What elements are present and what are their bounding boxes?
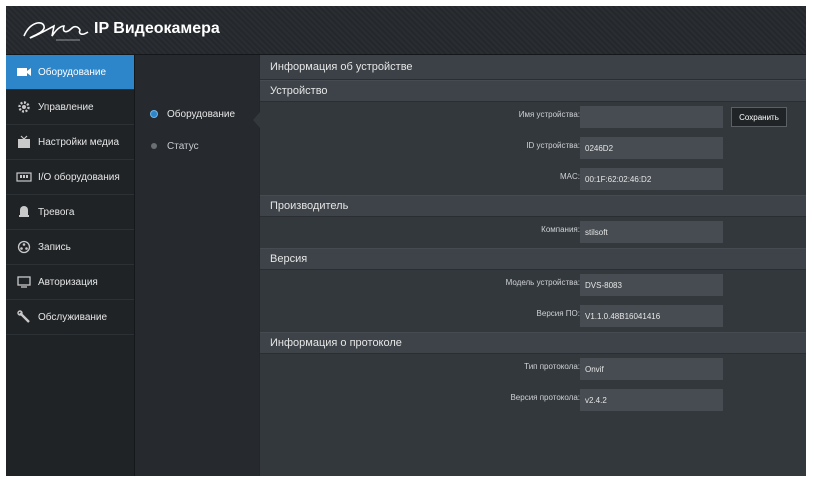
page-title: Информация об устройстве xyxy=(260,55,806,80)
protocol-type-value: Onvif xyxy=(580,358,723,380)
subnav-item-label: Оборудование xyxy=(167,108,236,120)
sidebar-item-label: Авторизация xyxy=(38,276,98,288)
section-header-manufacturer: Производитель xyxy=(260,195,806,217)
firmware-label: Версия ПО: xyxy=(536,309,580,318)
io-port-icon xyxy=(16,170,32,184)
monitor-icon xyxy=(16,275,32,289)
model-value: DVS-8083 xyxy=(580,274,723,296)
device-name-label: Имя устройства: xyxy=(518,110,580,119)
field-row-firmware: Версия ПО: V1.1.0.48B16041416 xyxy=(260,301,806,332)
field-row-protocol-version: Версия протокола: v2.4.2 xyxy=(260,385,806,416)
alarm-icon xyxy=(16,205,32,219)
sidebar-item-record[interactable]: Запись xyxy=(6,230,134,265)
record-icon xyxy=(16,240,32,254)
subnav-item-label: Статус xyxy=(167,140,199,152)
sidebar-item-alarm[interactable]: Тревога xyxy=(6,195,134,230)
sidebar-item-label: Обслуживание xyxy=(38,311,108,323)
sidebar-item-label: Тревога xyxy=(38,206,75,218)
firmware-value: V1.1.0.48B16041416 xyxy=(580,305,723,327)
section-header-version: Версия xyxy=(260,248,806,270)
protocol-type-label: Тип протокола: xyxy=(524,362,580,371)
device-id-value: 0246D2 xyxy=(580,137,723,159)
field-row-device-name: Имя устройства: Сохранить xyxy=(260,102,806,133)
sidebar-item-label: Настройки медиа xyxy=(38,136,120,148)
sub-navigation: Оборудование Статус xyxy=(135,55,259,476)
section-header-device: Устройство xyxy=(260,80,806,102)
selection-pointer xyxy=(253,112,260,128)
wrench-icon xyxy=(16,310,32,324)
sidebar-item-label: Управление xyxy=(38,101,94,113)
sidebar-item-label: I/O оборудования xyxy=(38,171,120,183)
field-row-protocol-type: Тип протокола: Onvif xyxy=(260,354,806,385)
brand-logo-icon xyxy=(23,22,89,41)
device-name-input[interactable] xyxy=(580,106,723,128)
sidebar-item-control[interactable]: Управление xyxy=(6,90,134,125)
company-label: Компания: xyxy=(541,225,580,234)
section-header-protocol: Информация о протоколе xyxy=(260,332,806,354)
camera-icon xyxy=(16,65,32,79)
protocol-version-value: v2.4.2 xyxy=(580,389,723,411)
mac-label: MAC: xyxy=(560,172,580,181)
gear-icon xyxy=(16,100,32,114)
sidebar-item-label: Запись xyxy=(38,241,71,253)
bullet-icon xyxy=(151,143,157,149)
sidebar-item-authorization[interactable]: Авторизация xyxy=(6,265,134,300)
field-row-device-id: ID устройства: 0246D2 xyxy=(260,133,806,164)
sidebar-item-maintenance[interactable]: Обслуживание xyxy=(6,300,134,335)
model-label: Модель устройства: xyxy=(505,278,580,287)
app-title: IP Видеокамера xyxy=(94,20,220,37)
mac-value: 00:1F:62:02:46:D2 xyxy=(580,168,723,190)
bullet-icon xyxy=(151,111,157,117)
save-button[interactable]: Сохранить xyxy=(731,107,787,127)
field-row-mac: MAC: 00:1F:62:02:46:D2 xyxy=(260,164,806,195)
protocol-version-label: Версия протокола: xyxy=(510,393,580,402)
main-panel: Информация об устройстве Устройство Имя … xyxy=(260,55,806,476)
field-row-model: Модель устройства: DVS-8083 xyxy=(260,270,806,301)
device-id-label: ID устройства: xyxy=(526,141,580,150)
media-settings-icon xyxy=(16,135,32,149)
subnav-item-hardware[interactable]: Оборудование xyxy=(135,103,259,125)
sidebar: Оборудование Управление Настройки медиа … xyxy=(6,55,135,476)
company-value: stilsoft xyxy=(580,221,723,243)
top-bar: IP Видеокамера xyxy=(6,6,806,55)
field-row-company: Компания: stilsoft xyxy=(260,217,806,248)
sidebar-item-media-settings[interactable]: Настройки медиа xyxy=(6,125,134,160)
app-window: IP Видеокамера Оборудование Управление Н… xyxy=(6,6,806,476)
sidebar-item-label: Оборудование xyxy=(38,66,107,78)
sidebar-item-hardware[interactable]: Оборудование xyxy=(6,55,134,90)
sidebar-item-io[interactable]: I/O оборудования xyxy=(6,160,134,195)
subnav-item-status[interactable]: Статус xyxy=(135,135,259,157)
